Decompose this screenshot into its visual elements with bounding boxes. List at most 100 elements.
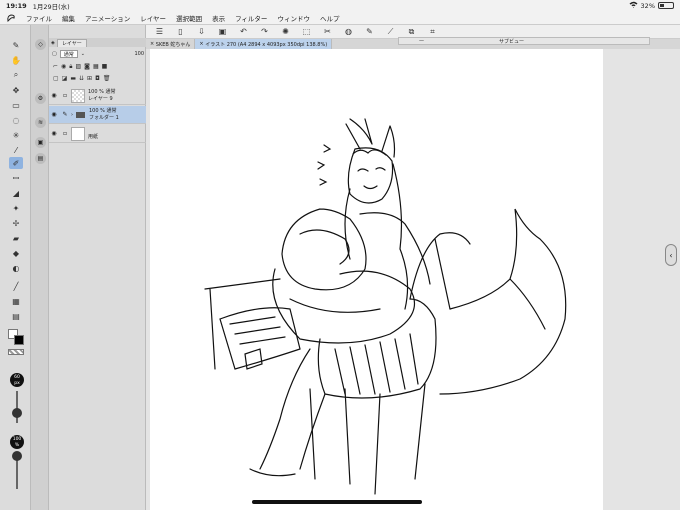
- zoom-tool-icon[interactable]: ⌕: [9, 69, 23, 81]
- line-tool-icon[interactable]: ╱: [9, 280, 23, 292]
- pencil-tool-icon[interactable]: ✐: [9, 157, 23, 169]
- menu-edit[interactable]: 編集: [62, 13, 75, 23]
- new-vector-layer-icon[interactable]: ◪: [62, 75, 68, 82]
- transform-icon[interactable]: ⬚: [301, 27, 312, 37]
- expand-chevron-icon[interactable]: ›: [71, 112, 73, 118]
- brush-opacity-indicator[interactable]: 100%: [10, 435, 24, 449]
- opacity-value[interactable]: 100: [134, 51, 144, 57]
- eyedropper-icon[interactable]: ⁄: [9, 144, 23, 156]
- decoration-icon[interactable]: ✦: [9, 202, 23, 214]
- tab-layer[interactable]: レイヤー: [56, 38, 87, 47]
- layer-lock-icon[interactable]: ▫: [59, 92, 71, 99]
- app-logo-icon[interactable]: [6, 13, 16, 23]
- eraser-icon[interactable]: ▰: [9, 232, 23, 244]
- clip-icon[interactable]: ⌐: [53, 63, 58, 70]
- hand-tool-icon[interactable]: ✋: [9, 54, 23, 66]
- new-raster-layer-icon[interactable]: ▢: [53, 75, 59, 82]
- layer-row-folder[interactable]: ◉ ✎ › 100 % 通常 フォルダー 1: [49, 106, 146, 124]
- brush-icon[interactable]: ⟋: [385, 27, 396, 37]
- select-tool-icon[interactable]: ▭: [9, 99, 23, 111]
- side-panel-handle-icon[interactable]: ‹: [665, 244, 677, 266]
- pen-edit-icon[interactable]: ✎: [59, 111, 71, 118]
- blend-toggle-icon[interactable]: ▢: [52, 51, 57, 57]
- menu-filter[interactable]: フィルター: [235, 13, 267, 23]
- layer-panel: ◇ ⚙ ≋ ▣ ▤ ◈ レイヤー ▢ 通常 ⌄ 100 ⌐ ◉ 🔒︎ ▨ ◙ ▦…: [31, 25, 146, 510]
- reference-icon[interactable]: ◉: [61, 63, 66, 70]
- layer-tab-icon[interactable]: ◇: [35, 39, 46, 50]
- brush-size-knob[interactable]: [12, 408, 22, 418]
- minimize-button[interactable]: —: [419, 38, 424, 44]
- settings-icon[interactable]: ✺: [280, 27, 291, 37]
- mask-icon[interactable]: ◙: [84, 63, 90, 70]
- brush-opacity-knob[interactable]: [12, 451, 22, 461]
- combine-icon[interactable]: ⊞: [87, 75, 92, 82]
- layer-row[interactable]: ◉ ▫ 100 % 通常 レイヤー 9: [49, 87, 146, 105]
- stack-tab-icon[interactable]: ≋: [35, 117, 46, 128]
- airbrush-icon[interactable]: ◢: [9, 187, 23, 199]
- blend-mode-select[interactable]: 通常: [59, 50, 78, 58]
- menu-help[interactable]: ヘルプ: [320, 13, 340, 23]
- layer-lock-icon[interactable]: ▫: [59, 130, 71, 137]
- delete-layer-icon[interactable]: 🗑︎: [103, 75, 111, 82]
- history-tab-icon[interactable]: ▤: [35, 153, 46, 164]
- merge-down-icon[interactable]: ⇊: [79, 75, 84, 82]
- transparent-swatch[interactable]: [8, 349, 24, 355]
- lasso-tool-icon[interactable]: ◌: [9, 114, 23, 126]
- menu-layer[interactable]: レイヤー: [140, 13, 166, 23]
- eye-icon[interactable]: ◉: [49, 111, 59, 118]
- pen-icon[interactable]: ✎: [364, 27, 375, 37]
- menu-selection[interactable]: 選択範囲: [176, 13, 202, 23]
- bucket-icon[interactable]: ◆: [9, 247, 23, 259]
- frame-tool-icon[interactable]: ▦: [9, 295, 23, 307]
- redo-icon[interactable]: ↷: [259, 27, 270, 37]
- blend-tool-icon[interactable]: ✢: [9, 217, 23, 229]
- menu-animation[interactable]: アニメーション: [85, 13, 130, 23]
- doc-tab[interactable]: × SKEB 蛇ちゃん: [146, 39, 196, 49]
- eye-icon[interactable]: ◉: [49, 92, 59, 99]
- open-icon[interactable]: ⇩: [196, 27, 207, 37]
- doc-tab-active[interactable]: × イラスト 270 (A4 2894 x 4093px 350dpi 138.…: [195, 39, 333, 49]
- panel-subtabs: ◇ ⚙ ≋ ▣ ▤: [31, 25, 49, 510]
- undo-icon[interactable]: ↶: [238, 27, 249, 37]
- crop-icon[interactable]: ⌗: [427, 27, 438, 37]
- sub-color-swatch[interactable]: [14, 335, 24, 345]
- layer-tools-row-2: ▢ ◪ ▬ ⇊ ⊞ ◘ 🗑︎: [49, 73, 146, 84]
- brush-tool-icon[interactable]: ꟷ: [9, 172, 23, 184]
- blend-chevron-icon[interactable]: ⌄: [81, 51, 85, 57]
- subview-window[interactable]: — サブビュー: [398, 37, 650, 45]
- drawing-canvas[interactable]: [150, 49, 603, 510]
- new-icon[interactable]: ▯: [175, 27, 186, 37]
- copy-icon[interactable]: ⧉: [406, 27, 417, 37]
- magic-wand-icon[interactable]: ✳: [9, 129, 23, 141]
- layer-row-paper[interactable]: ◉ ▫ 用紙: [49, 125, 146, 143]
- new-folder-icon[interactable]: ▬: [70, 75, 76, 82]
- pen-tool-icon[interactable]: ✎: [9, 39, 23, 51]
- palette-icon[interactable]: ▦: [93, 63, 99, 70]
- eye-icon[interactable]: ◉: [49, 130, 59, 137]
- home-indicator[interactable]: [252, 500, 422, 504]
- gradient-icon[interactable]: ◐: [9, 262, 23, 274]
- fill-icon[interactable]: ◍: [343, 27, 354, 37]
- battery-percent: 32%: [640, 1, 655, 10]
- properties-tab-icon[interactable]: ⚙: [35, 93, 46, 104]
- layer-tab-bar: ◈ レイヤー: [49, 38, 146, 47]
- wifi-icon: [629, 1, 638, 10]
- text-tool-icon[interactable]: ▤: [9, 310, 23, 322]
- brush-size-slider[interactable]: [16, 391, 18, 423]
- menu-view[interactable]: 表示: [212, 13, 225, 23]
- brush-size-indicator[interactable]: 60 px: [10, 373, 24, 387]
- lock-transparency-icon[interactable]: ▨: [75, 63, 81, 70]
- move-tool-icon[interactable]: ✥: [9, 84, 23, 96]
- status-date: 1月29日(水): [32, 2, 70, 11]
- layer-label: 100 % 通常 フォルダー 1: [89, 107, 119, 121]
- menu-file[interactable]: ファイル: [26, 13, 52, 23]
- blend-row: ▢ 通常 ⌄ 100: [49, 48, 146, 60]
- layer-mask-icon[interactable]: ◘: [95, 75, 100, 82]
- color-layer-icon[interactable]: ■: [102, 63, 108, 70]
- menu-icon[interactable]: ☰: [154, 27, 165, 37]
- save-icon[interactable]: ▣: [217, 27, 228, 37]
- lock-icon[interactable]: 🔒︎: [69, 63, 72, 71]
- material-tab-icon[interactable]: ▣: [35, 137, 46, 148]
- menu-window[interactable]: ウィンドウ: [277, 13, 310, 23]
- cut-icon[interactable]: ✂: [322, 27, 333, 37]
